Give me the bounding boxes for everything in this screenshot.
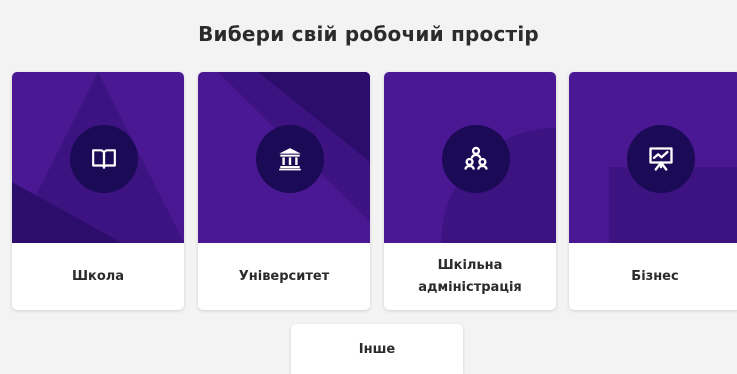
card-banner (384, 72, 556, 243)
card-banner (12, 72, 184, 243)
people-group-icon (442, 125, 510, 193)
workspace-label: Бізнес (631, 268, 679, 284)
workspace-card-university[interactable]: Університет (198, 72, 370, 310)
book-icon (70, 125, 138, 193)
workspace-label: Школа (71, 268, 125, 284)
workspace-card-school[interactable]: Школа (12, 72, 184, 310)
workspace-card-business[interactable]: Бізнес (569, 72, 737, 310)
workspace-card-other[interactable]: Інше (291, 324, 463, 374)
workspace-label: Шкільна адміністрація (418, 257, 522, 295)
university-building-icon (256, 125, 324, 193)
workspace-label: Університет (238, 268, 330, 284)
card-banner (198, 72, 370, 243)
presentation-chart-icon (627, 125, 695, 193)
workspace-label: Інше (358, 341, 396, 357)
page-title: Вибери свій робочий простір (198, 22, 539, 46)
card-banner (569, 72, 737, 243)
workspace-card-school-administration[interactable]: Шкільна адміністрація (384, 72, 556, 310)
